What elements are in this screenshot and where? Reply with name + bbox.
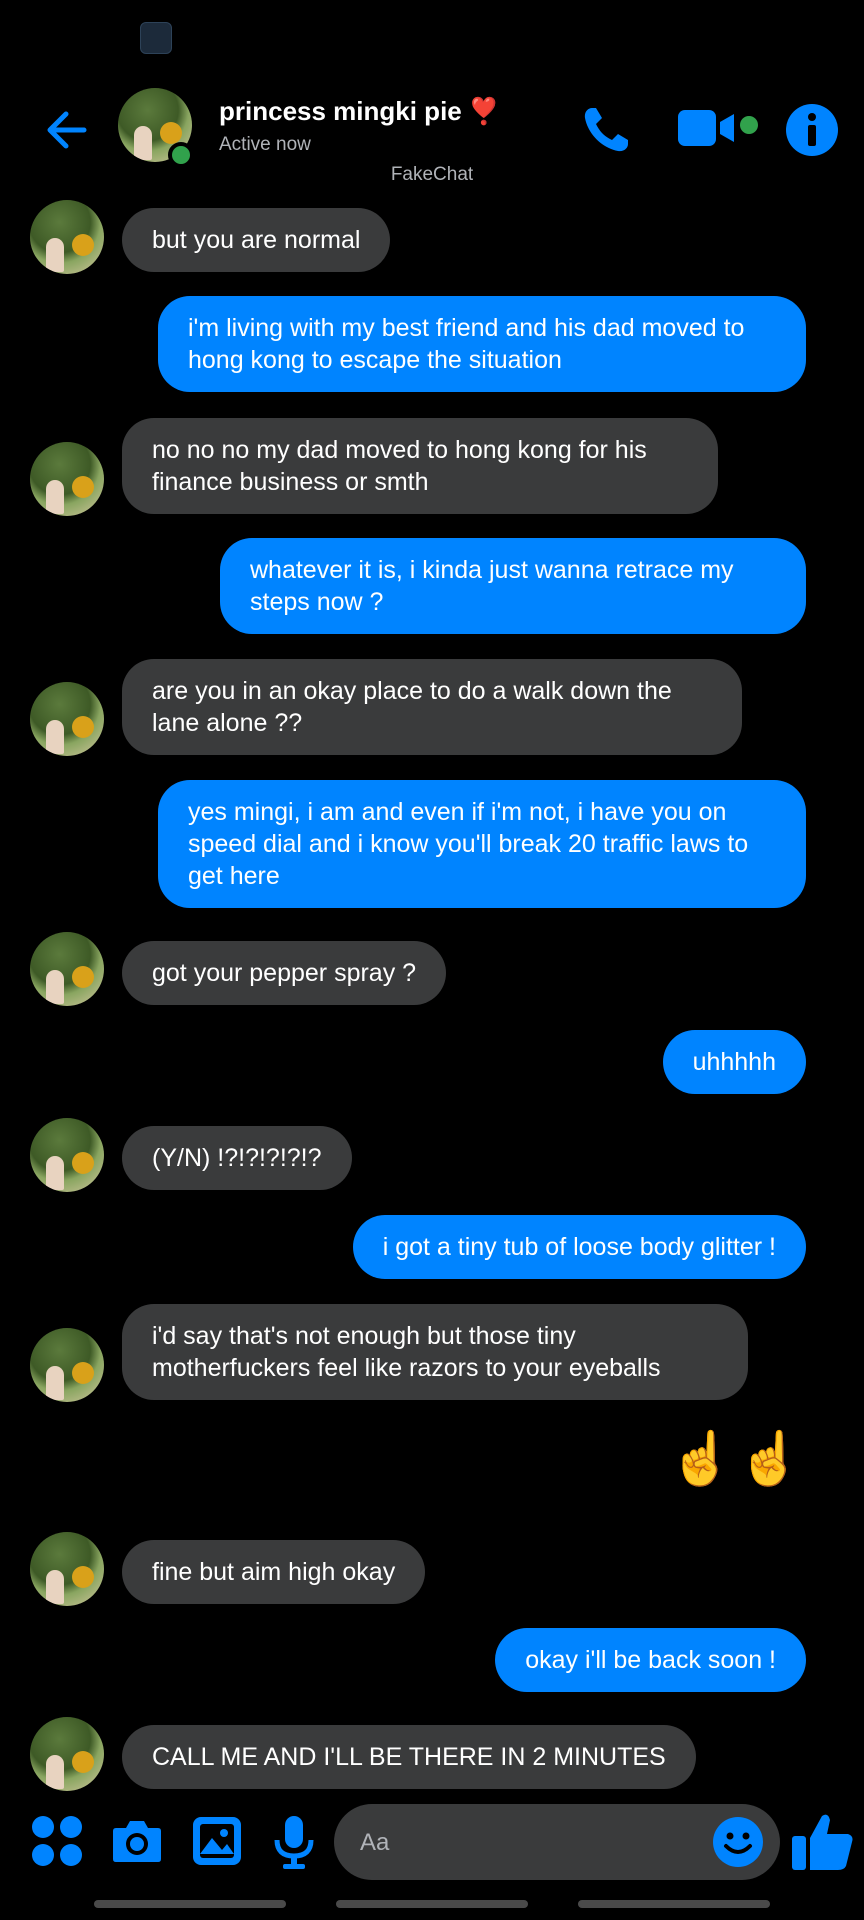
outgoing-message[interactable]: whatever it is, i kinda just wanna retra… [220,538,806,634]
outgoing-message[interactable]: i'm living with my best friend and his d… [158,296,806,392]
gallery-icon[interactable] [190,1814,244,1868]
camera-icon[interactable] [110,1814,164,1868]
emoji-message[interactable]: ☝️☝️ [669,1428,807,1489]
emoji-icon[interactable] [712,1816,764,1868]
nav-bar-segment[interactable] [336,1900,528,1908]
incoming-message[interactable]: but you are normal [122,208,391,272]
incoming-message[interactable]: (Y/N) !?!?!?!?!? [122,1126,352,1190]
incoming-message[interactable]: CALL ME AND I'LL BE THERE IN 2 MINUTES [122,1725,696,1789]
message-input[interactable] [358,1822,702,1864]
thumbs-up-icon[interactable] [790,1808,856,1874]
incoming-message[interactable]: fine but aim high okay [122,1540,426,1604]
outgoing-message[interactable]: yes mingi, i am and even if i'm not, i h… [158,780,806,908]
sender-avatar [30,1717,104,1791]
outgoing-message[interactable]: uhhhhh [662,1030,806,1094]
nav-bar-segment[interactable] [94,1900,286,1908]
sender-avatar [30,1532,104,1606]
heart-emoji: ❣️ [467,96,501,126]
sender-avatar [30,932,104,1006]
incoming-message[interactable]: no no no my dad moved to hong kong for h… [122,418,718,514]
outgoing-message[interactable]: i got a tiny tub of loose body glitter ! [352,1215,806,1279]
microphone-icon[interactable] [270,1814,318,1870]
message-input-pill [334,1804,780,1880]
active-status: Active now [219,134,311,155]
video-active-dot [740,116,758,134]
sender-avatar [30,682,104,756]
sender-avatar [30,200,104,274]
info-icon[interactable] [784,102,840,158]
apps-icon[interactable] [30,1814,84,1868]
watermark: FakeChat [390,164,474,185]
sender-avatar [30,1118,104,1192]
incoming-message[interactable]: got your pepper spray ? [122,941,447,1005]
sender-avatar [30,442,104,516]
contact-name[interactable]: princess mingki pie ❣️ [219,96,500,127]
back-arrow-icon[interactable] [38,104,90,156]
message-composer [0,1800,864,1890]
notification-app-icon [140,22,172,54]
outgoing-message[interactable]: okay i'll be back soon ! [495,1628,806,1692]
incoming-message[interactable]: are you in an okay place to do a walk do… [122,659,742,755]
video-call-icon[interactable] [678,106,740,150]
phone-call-icon[interactable] [578,102,634,158]
nav-bar-segment[interactable] [578,1900,770,1908]
incoming-message[interactable]: i'd say that's not enough but those tiny… [122,1304,748,1400]
sender-avatar [30,1328,104,1402]
